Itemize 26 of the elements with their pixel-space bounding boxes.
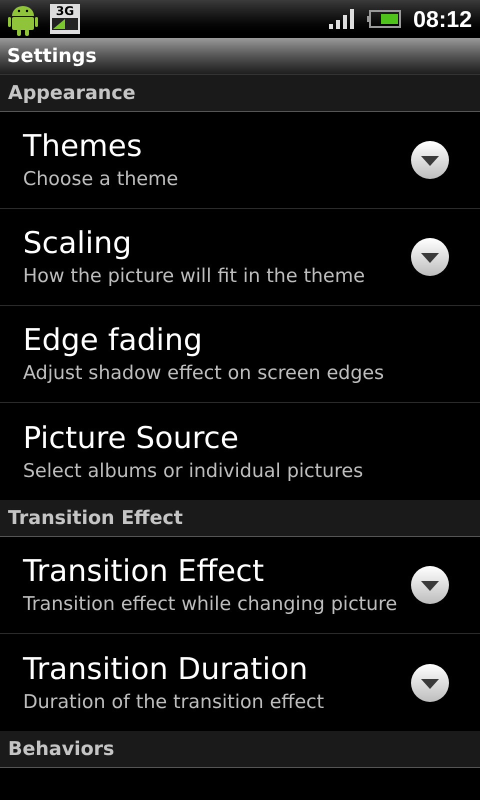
preference-title: Scaling — [23, 225, 133, 263]
preference-summary: Duration of the transition effect — [23, 690, 326, 714]
clock: 08:12 — [413, 4, 472, 34]
preference-item[interactable]: Picture Source Select albums or individual pictures — [0, 403, 480, 500]
preference-title: Edge fading — [23, 322, 204, 360]
preference-item[interactable]: Scaling How the picture will fit in the theme — [0, 209, 480, 306]
battery-icon — [367, 10, 402, 28]
preference-title: Transition Duration — [23, 650, 309, 688]
category-title: Appearance — [8, 80, 136, 106]
preference-summary: Select albums or individual pictures — [23, 458, 364, 484]
signal-icon — [329, 9, 356, 29]
preference-summary: Adjust shadow effect on screen edges — [23, 361, 385, 386]
network-badge: 3G — [50, 4, 80, 34]
preference-item[interactable]: Transition Effect Transition effect while changing picture — [0, 537, 480, 634]
preference-title: Themes — [23, 128, 144, 166]
preference-title: Picture Source — [23, 420, 240, 458]
preference-summary: Transition effect while changing picture — [23, 592, 398, 617]
preference-summary: How the picture will fit in the theme — [23, 264, 366, 289]
preference-item[interactable]: Edge fading Adjust shadow effect on screen edges — [0, 306, 480, 403]
preference-item[interactable]: Transition Duration Duration of the transition effect — [0, 634, 480, 731]
preference-item[interactable]: Themes Choose a theme — [0, 112, 480, 209]
preference-summary: Choose a theme — [23, 167, 180, 192]
category-title: Behaviors — [8, 736, 114, 762]
category-title: Transition Effect — [8, 506, 183, 531]
preference-title: Transition Effect — [23, 553, 265, 591]
screen-title: Settings — [7, 44, 97, 69]
